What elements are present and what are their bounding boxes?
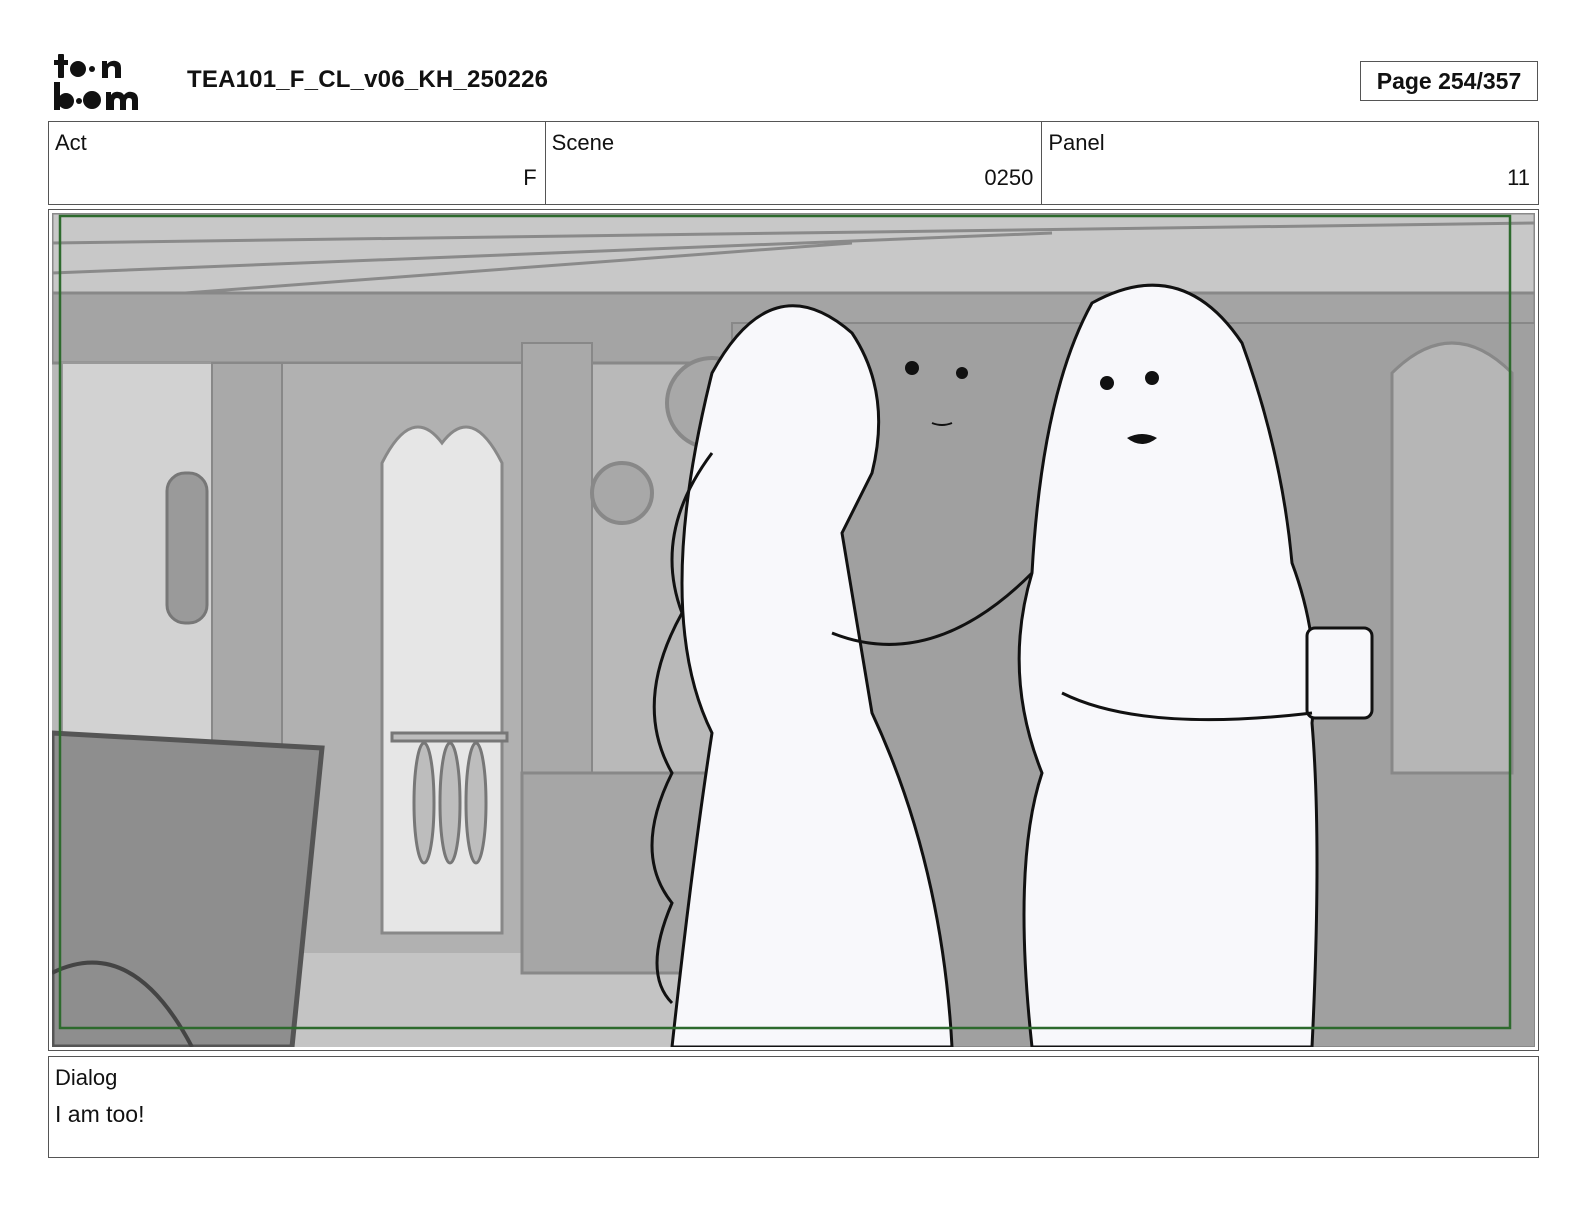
panel-cell: Panel 11 bbox=[1042, 122, 1538, 204]
toon-boom-logo-icon bbox=[54, 54, 138, 110]
scene-value: 0250 bbox=[984, 165, 1034, 190]
dialog-box: Dialog I am too! bbox=[48, 1056, 1539, 1158]
info-row: Act F Scene 0250 Panel 11 bbox=[48, 121, 1539, 205]
act-value: F bbox=[523, 165, 537, 190]
document-title: TEA101_F_CL_v06_KH_250226 bbox=[187, 66, 549, 93]
act-label: Act bbox=[55, 130, 87, 155]
act-cell: Act F bbox=[49, 122, 546, 204]
dialog-text: I am too! bbox=[55, 1101, 145, 1127]
panel-label: Panel bbox=[1048, 130, 1105, 155]
page-indicator: Page 254/357 bbox=[1360, 61, 1538, 101]
dialog-label: Dialog bbox=[55, 1065, 118, 1090]
scene-cell: Scene 0250 bbox=[546, 122, 1043, 204]
storyboard-drawing-icon bbox=[52, 213, 1535, 1047]
panel-value: 11 bbox=[1507, 165, 1531, 190]
scene-label: Scene bbox=[551, 130, 615, 155]
